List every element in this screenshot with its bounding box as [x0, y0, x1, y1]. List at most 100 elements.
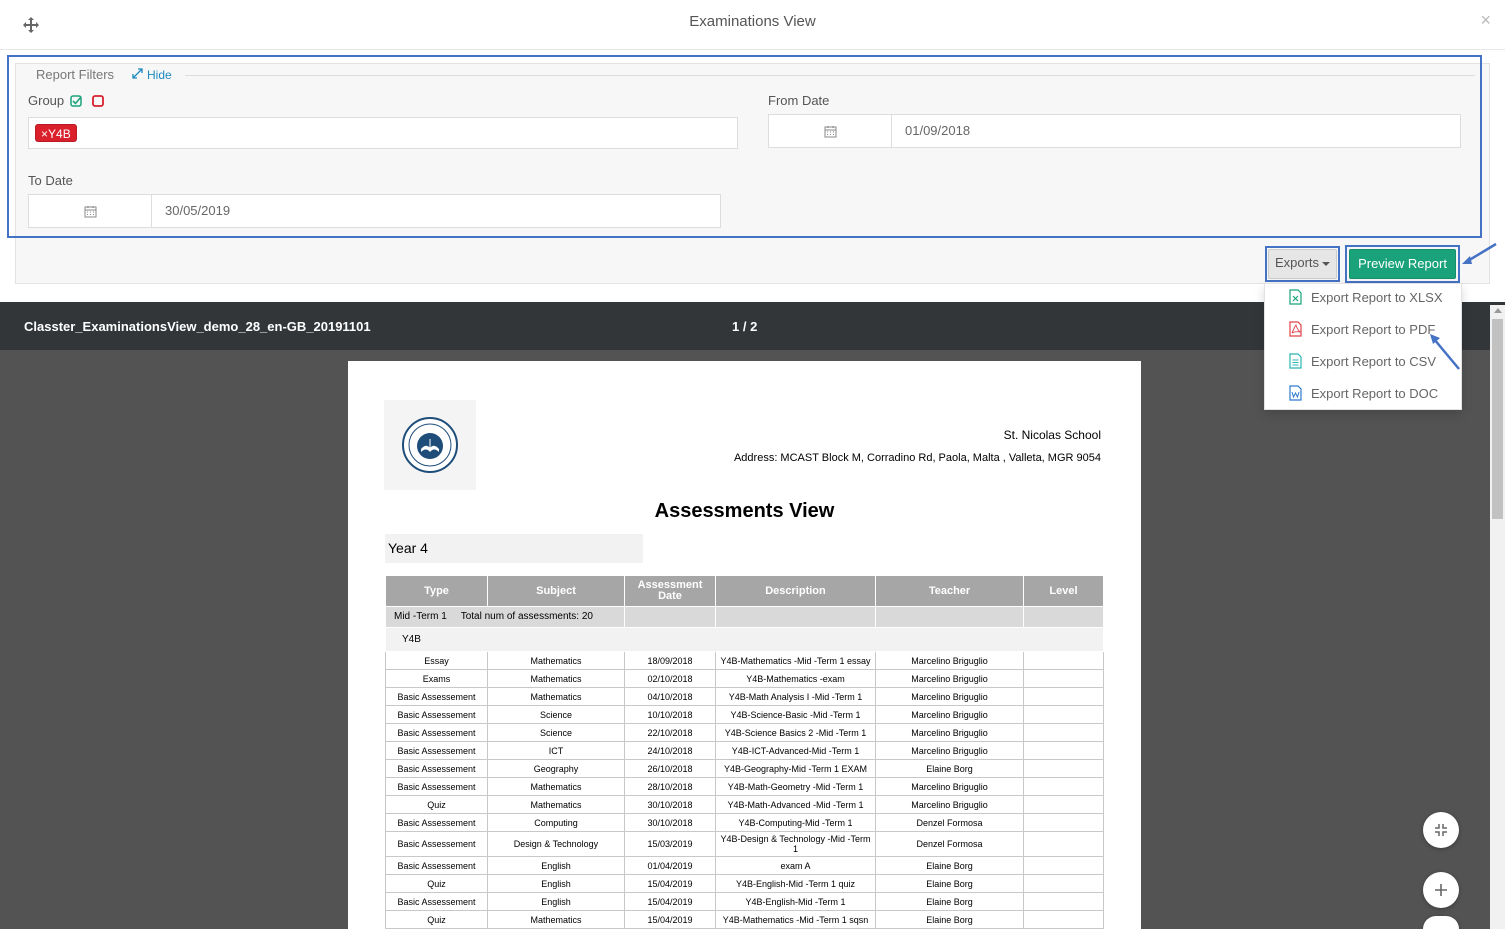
table-cell: Geography [487, 759, 625, 778]
table-cell: 26/10/2018 [624, 759, 716, 778]
calendar-icon [824, 125, 836, 137]
plus-icon [1435, 884, 1447, 896]
table-cell: Y4B-Computing-Mid -Term 1 [715, 813, 876, 832]
table-cell [1023, 892, 1104, 911]
table-row: Exams Mathematics 02/10/2018 Y4B-Mathematic… [385, 669, 1104, 688]
table-cell: 22/10/2018 [624, 723, 716, 742]
table-cell: exam A [715, 856, 876, 875]
table-cell: Denzel Formosa [875, 813, 1024, 832]
table-row: Essay Mathematics 18/09/2018 Y4B-Mathematic… [385, 651, 1104, 670]
group-tag[interactable]: ×Y4B [35, 124, 77, 142]
export-xlsx-label: Export Report to XLSX [1311, 289, 1443, 305]
table-cell: Marcelino Briguglio [875, 705, 1024, 724]
table-cell: ICT [487, 741, 625, 760]
table-cell: 02/10/2018 [624, 669, 716, 688]
table-cell [1023, 759, 1104, 778]
export-csv-item[interactable]: Export Report to CSV [1265, 345, 1463, 377]
table-cell: 24/10/2018 [624, 741, 716, 760]
table-cell: Y4B-Math Analysis I -Mid -Term 1 [715, 687, 876, 706]
table-cell: Science [487, 705, 625, 724]
table-cell: Elaine Borg [875, 892, 1024, 911]
close-icon[interactable]: × [1480, 10, 1491, 31]
table-cell: English [487, 856, 625, 875]
table-cell [1023, 831, 1104, 857]
table-cell: Elaine Borg [875, 856, 1024, 875]
table-cell: Marcelino Briguglio [875, 777, 1024, 796]
export-pdf-item[interactable]: Export Report to PDF [1265, 313, 1463, 345]
table-cell: 30/10/2018 [624, 795, 716, 814]
pdf-file-icon [1289, 321, 1302, 337]
table-cell [1023, 910, 1104, 929]
table-cell: Basic Assessement [385, 723, 488, 742]
table-cell: Marcelino Briguglio [875, 741, 1024, 760]
expand-icon [132, 68, 143, 82]
table-cell [1023, 669, 1104, 688]
export-doc-item[interactable]: Export Report to DOC [1265, 377, 1463, 409]
table-cell: Mathematics [487, 777, 625, 796]
fit-page-button[interactable] [1423, 812, 1459, 848]
table-cell: Basic Assessement [385, 705, 488, 724]
zoom-in-button[interactable] [1423, 872, 1459, 908]
viewer-page-count: 1 / 2 [732, 319, 758, 334]
from-date-value[interactable]: 01/09/2018 [905, 123, 970, 138]
exports-label: Exports [1274, 255, 1320, 270]
table-row: Quiz Mathematics 15/04/2019 Y4B-Mathematics… [385, 910, 1104, 929]
to-date-field[interactable]: 30/05/2019 [28, 194, 721, 228]
table-cell: Basic Assessement [385, 759, 488, 778]
table-cell: Basic Assessement [385, 813, 488, 832]
table-row: Basic Assessement Geography 26/10/2018 Y4B-… [385, 759, 1104, 778]
table-row: Basic Assessement ICT 24/10/2018 Y4B-ICT-Ad… [385, 741, 1104, 760]
table-cell [1023, 687, 1104, 706]
table-cell: Marcelino Briguglio [875, 651, 1024, 670]
viewer-scrollbar[interactable] [1490, 305, 1505, 929]
group-label: Group [28, 93, 65, 108]
table-cell: Y4B-ICT-Advanced-Mid -Term 1 [715, 741, 876, 760]
table-cell: Computing [487, 813, 625, 832]
assessments-table: Type Subject Assessment Date Description… [385, 575, 1104, 929]
table-cell: 15/03/2019 [624, 831, 716, 857]
to-date-picker[interactable] [29, 195, 152, 227]
term-label: Mid -Term 1 [394, 611, 447, 622]
table-row: Basic Assessement Computing 30/10/2018 Y4B-… [385, 813, 1104, 832]
exports-button[interactable]: Exports [1268, 249, 1337, 279]
remove-tag-icon[interactable]: × [41, 127, 48, 141]
table-cell: 04/10/2018 [624, 687, 716, 706]
table-cell: Y4B-English-Mid -Term 1 quiz [715, 874, 876, 893]
table-cell: Marcelino Briguglio [875, 669, 1024, 688]
report-page: St. Nicolas School Address: MCAST Block … [348, 361, 1141, 929]
hide-filters-link[interactable]: Hide [132, 68, 172, 82]
scroll-up-icon[interactable] [1494, 308, 1502, 313]
legend-divider [185, 75, 1475, 76]
col-header: Teacher [875, 575, 1024, 607]
table-row: Quiz Mathematics 30/10/2018 Y4B-Math-Advanc… [385, 795, 1104, 814]
table-cell: Denzel Formosa [875, 831, 1024, 857]
calendar-icon [84, 205, 96, 217]
table-cell: 28/10/2018 [624, 777, 716, 796]
table-cell: 15/04/2019 [624, 910, 716, 929]
table-cell: Exams [385, 669, 488, 688]
col-header: Assessment Date [624, 575, 716, 607]
group-select[interactable]: ×Y4B [28, 117, 738, 149]
table-cell [1023, 856, 1104, 875]
modal-header: Examinations View × [0, 0, 1505, 50]
document-title: Assessments View [654, 500, 835, 522]
from-date-field[interactable]: 01/09/2018 [768, 114, 1461, 148]
table-cell: Mathematics [487, 910, 625, 929]
preview-report-button[interactable]: Preview Report [1349, 249, 1456, 279]
deselect-all-icon[interactable] [92, 95, 104, 107]
zoom-out-button[interactable] [1423, 916, 1459, 929]
table-cell: Y4B-Mathematics -exam [715, 669, 876, 688]
table-cell: Y4B-English-Mid -Term 1 [715, 892, 876, 911]
table-row: Basic Assessement Mathematics 28/10/2018 Y4… [385, 777, 1104, 796]
year-label: Year 4 [385, 534, 643, 563]
table-cell: Y4B-Geography-Mid -Term 1 EXAM [715, 759, 876, 778]
table-cell: Y4B-Science Basics 2 -Mid -Term 1 [715, 723, 876, 742]
from-date-picker[interactable] [769, 115, 892, 147]
to-date-value[interactable]: 30/05/2019 [165, 203, 230, 218]
export-xlsx-item[interactable]: Export Report to XLSX [1265, 281, 1463, 313]
table-cell [1023, 741, 1104, 760]
table-cell: Basic Assessement [385, 831, 488, 857]
caret-down-icon [1322, 261, 1331, 266]
select-all-icon[interactable] [70, 95, 82, 107]
scroll-thumb[interactable] [1492, 319, 1503, 519]
